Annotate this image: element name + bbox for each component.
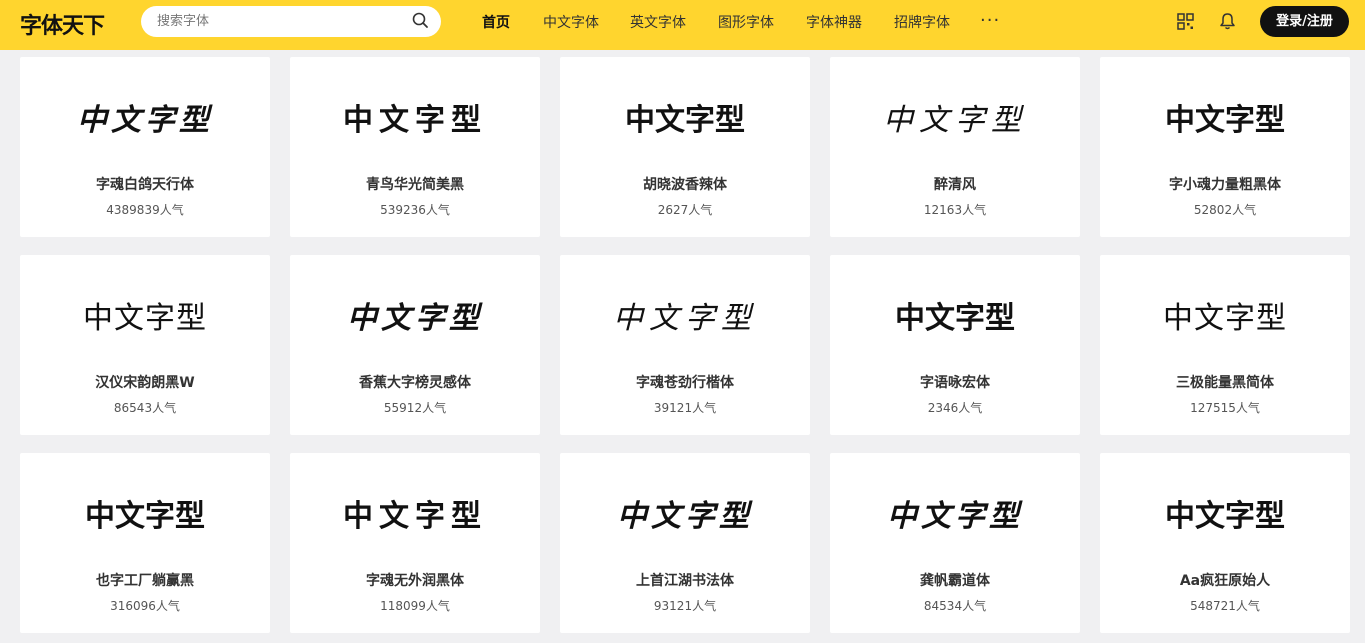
nav-home[interactable]: 首页 [482, 12, 510, 32]
nav-font-tools[interactable]: 字体神器 [806, 12, 862, 32]
nav-english-fonts[interactable]: 英文字体 [630, 12, 686, 32]
font-sample-preview: 中文字型 [613, 301, 757, 336]
font-popularity: 2346人气 [927, 401, 983, 415]
font-name[interactable]: 字语咏宏体 [830, 372, 1080, 392]
font-popularity: 118099人气 [380, 599, 450, 613]
font-sample-preview: 中文字型 [343, 499, 487, 534]
font-popularity: 39121人气 [653, 401, 717, 415]
nav-signboard-fonts[interactable]: 招牌字体 [894, 12, 950, 32]
font-sample-preview: 中文字型 [625, 103, 745, 138]
font-popularity: 539236人气 [380, 203, 450, 217]
search-input[interactable] [157, 12, 397, 31]
font-name[interactable]: Aa疯狂原始人 [1100, 570, 1350, 590]
nav-chinese-fonts[interactable]: 中文字体 [543, 12, 599, 32]
font-name[interactable]: 青鸟华光简美黑 [290, 174, 540, 194]
font-card[interactable]: 中文字型字魂白鸽天行体 4389839人气 [20, 57, 270, 237]
font-name[interactable]: 字魂无外润黑体 [290, 570, 540, 590]
font-popularity: 548721人气 [1190, 599, 1260, 613]
font-card[interactable]: 中文字型香蕉大字榜灵感体 55912人气 [290, 255, 540, 435]
font-popularity: 86543人气 [113, 401, 177, 415]
site-logo[interactable]: 字体天下 [20, 8, 105, 40]
login-register-button[interactable]: 登录/注册 [1260, 6, 1349, 37]
font-sample-preview: 中文字型 [883, 103, 1027, 138]
font-sample-preview: 中文字型 [1165, 499, 1285, 534]
font-card[interactable]: 中文字型也字工厂躺赢黑 316096人气 [20, 453, 270, 633]
font-card[interactable]: 中文字型龚帆霸道体 84534人气 [830, 453, 1080, 633]
font-card[interactable]: 中文字型字语咏宏体 2346人气 [830, 255, 1080, 435]
notification-bell-icon[interactable] [1219, 12, 1236, 30]
font-sample-preview: 中文字型 [85, 499, 205, 534]
font-name[interactable]: 字小魂力量粗黑体 [1100, 174, 1350, 194]
font-sample-preview: 中文字型 [83, 301, 207, 336]
search-box[interactable] [141, 6, 441, 37]
font-sample-preview: 中文字型 [343, 103, 487, 138]
font-card[interactable]: 中文字型胡晓波香辣体 2627人气 [560, 57, 810, 237]
font-name[interactable]: 字魂苍劲行楷体 [560, 372, 810, 392]
font-name[interactable]: 胡晓波香辣体 [560, 174, 810, 194]
font-popularity: 93121人气 [653, 599, 717, 613]
font-popularity: 55912人气 [383, 401, 447, 415]
font-name[interactable]: 上首江湖书法体 [560, 570, 810, 590]
font-name[interactable]: 醉清风 [830, 174, 1080, 194]
font-name[interactable]: 三极能量黑简体 [1100, 372, 1350, 392]
font-card[interactable]: 中文字型上首江湖书法体 93121人气 [560, 453, 810, 633]
more-menu-icon[interactable]: ··· [980, 10, 1000, 31]
font-name[interactable]: 汉仪宋韵朗黑W [20, 372, 270, 392]
font-card[interactable]: 中文字型醉清风 12163人气 [830, 57, 1080, 237]
font-sample-preview: 中文字型 [895, 301, 1015, 336]
font-card[interactable]: 中文字型汉仪宋韵朗黑W 86543人气 [20, 255, 270, 435]
font-sample-preview: 中文字型 [1163, 301, 1287, 336]
font-popularity: 127515人气 [1190, 401, 1260, 415]
font-sample-preview: 中文字型 [77, 103, 213, 138]
font-sample-preview: 中文字型 [617, 499, 753, 534]
font-popularity: 84534人气 [923, 599, 987, 613]
font-card[interactable]: 中文字型青鸟华光简美黑 539236人气 [290, 57, 540, 237]
font-card[interactable]: 中文字型三极能量黑简体 127515人气 [1100, 255, 1350, 435]
font-card[interactable]: 中文字型字魂苍劲行楷体 39121人气 [560, 255, 810, 435]
font-sample-preview: 中文字型 [887, 499, 1023, 534]
nav-graphic-fonts[interactable]: 图形字体 [718, 12, 774, 32]
search-icon[interactable] [412, 12, 429, 29]
font-sample-preview: 中文字型 [347, 301, 483, 336]
font-name[interactable]: 字魂白鸽天行体 [20, 174, 270, 194]
qr-grid-icon[interactable] [1177, 13, 1194, 30]
font-popularity: 52802人气 [1193, 203, 1257, 217]
font-name[interactable]: 香蕉大字榜灵感体 [290, 372, 540, 392]
font-sample-preview: 中文字型 [1165, 103, 1285, 138]
font-card[interactable]: 中文字型字魂无外润黑体 118099人气 [290, 453, 540, 633]
font-card[interactable]: 中文字型字小魂力量粗黑体 52802人气 [1100, 57, 1350, 237]
font-name[interactable]: 龚帆霸道体 [830, 570, 1080, 590]
font-name[interactable]: 也字工厂躺赢黑 [20, 570, 270, 590]
font-card[interactable]: 中文字型 Aa疯狂原始人 548721人气 [1100, 453, 1350, 633]
font-popularity: 2627人气 [657, 203, 713, 217]
top-navigation-bar: 字体天下 首页 中文字体 英文字体 图形字体 字体神器 招牌字体 ··· 登录/… [0, 0, 1365, 50]
font-popularity: 316096人气 [110, 599, 180, 613]
font-popularity: 12163人气 [923, 203, 987, 217]
font-popularity: 4389839人气 [106, 203, 184, 217]
